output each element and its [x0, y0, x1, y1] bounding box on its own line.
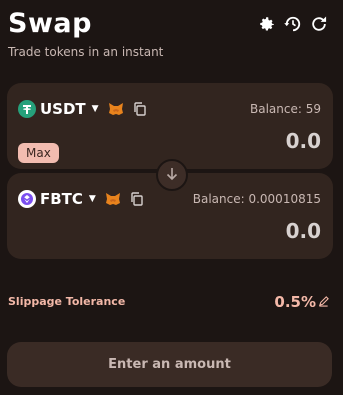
slippage-percent: 0.5% — [274, 293, 316, 311]
gear-icon[interactable] — [257, 14, 277, 34]
to-token-selector[interactable]: FBTC ▼ — [18, 190, 144, 208]
slippage-label: Slippage Tolerance — [8, 295, 126, 308]
refresh-icon[interactable] — [309, 14, 329, 34]
to-token-symbol: FBTC — [40, 190, 83, 208]
slippage-value[interactable]: 0.5% — [274, 293, 329, 311]
switch-direction-button[interactable] — [156, 159, 188, 191]
to-balance: Balance: 0.00010815 — [192, 192, 321, 206]
chevron-down-icon: ▼ — [91, 104, 99, 114]
edit-pencil-icon[interactable] — [318, 293, 329, 311]
copy-icon[interactable] — [133, 102, 147, 116]
from-amount-input[interactable]: 0.0 — [286, 129, 321, 153]
from-token-symbol: USDT — [40, 100, 86, 118]
from-token-selector[interactable]: USDT ▼ — [18, 100, 147, 118]
metamask-fox-icon[interactable] — [105, 191, 121, 207]
fbtc-logo-icon — [18, 190, 36, 208]
max-button[interactable]: Max — [18, 143, 59, 163]
metamask-fox-icon[interactable] — [108, 101, 124, 117]
from-token-card: USDT ▼ Balance: 59 0.0 Max — [7, 83, 333, 169]
history-icon[interactable] — [283, 14, 303, 34]
arrow-down-icon — [165, 166, 179, 185]
copy-icon[interactable] — [130, 192, 144, 206]
page-subtitle: Trade tokens in an instant — [8, 45, 164, 59]
header-actions — [257, 14, 329, 34]
enter-amount-button[interactable]: Enter an amount — [7, 342, 332, 387]
tether-logo-icon — [18, 100, 36, 118]
page-title: Swap — [8, 8, 92, 39]
to-amount-input[interactable]: 0.0 — [286, 219, 321, 243]
from-balance: Balance: 59 — [250, 102, 321, 116]
chevron-down-icon: ▼ — [88, 194, 96, 204]
